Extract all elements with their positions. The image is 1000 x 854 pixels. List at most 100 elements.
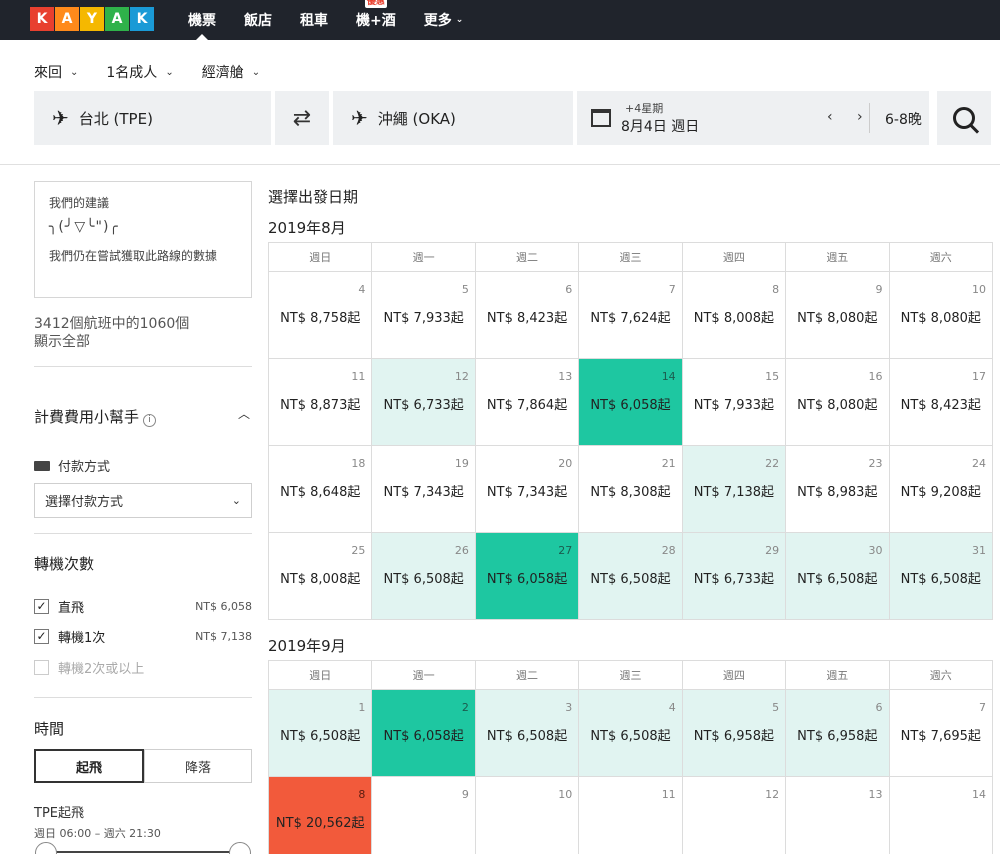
nav-item-label: 租車 <box>300 13 328 29</box>
calendar-day-cell[interactable]: 2 NT$ 6,058起 <box>372 690 476 777</box>
time-slider-track[interactable] <box>46 851 240 853</box>
calendar-day-cell[interactable]: 8 NT$ 20,562起 <box>269 777 373 854</box>
nav-item-3[interactable]: 機+酒 優惠 <box>344 0 408 40</box>
fee-helper-label: 計費費用小幫手 <box>34 408 140 426</box>
calendar-day-cell[interactable]: 6 NT$ 6,958起 <box>786 690 890 777</box>
calendar-day-cell[interactable]: 20 NT$ 7,343起 <box>475 446 580 533</box>
tab-depart[interactable]: 起飛 <box>34 749 144 783</box>
day-number: 31 <box>971 544 986 557</box>
calendar-day-cell[interactable]: 5 NT$ 7,933起 <box>372 272 476 359</box>
calendar-day-cell[interactable]: 15 NT$ 7,933起 <box>682 359 787 446</box>
calendar-day-cell[interactable]: 18 NT$ 8,648起 <box>269 446 373 533</box>
calendar-day-cell[interactable]: 10 NT$ 8,080起 <box>889 272 993 359</box>
calendar-day-cell[interactable]: 7 NT$ 7,695起 <box>889 690 993 777</box>
fee-helper-title[interactable]: 計費費用小幫手 i <box>34 406 157 427</box>
calendar-day-cell[interactable]: 30 NT$ 6,508起 <box>786 533 890 620</box>
advice-face: ╮(╯▽╰")╭ <box>49 219 119 235</box>
passengers-dropdown[interactable]: 1名成人 ⌄ <box>106 62 173 82</box>
day-price: NT$ 7,695起 <box>900 729 981 744</box>
info-icon[interactable]: i <box>143 414 157 427</box>
trip-type-dropdown[interactable]: 來回 ⌄ <box>34 62 78 82</box>
destination-field[interactable]: ✈ 沖繩 (OKA) <box>333 91 573 145</box>
calendar-day-cell[interactable]: 25 NT$ 8,008起 <box>269 533 373 620</box>
day-price: NT$ 6,508起 <box>280 729 361 744</box>
date-prev-next-arrows[interactable]: ‹ › <box>827 109 873 125</box>
calendar-day-cell[interactable]: 24 NT$ 9,208起 <box>889 446 993 533</box>
nights-selector[interactable]: 6-8晚 <box>885 109 922 129</box>
day-number: 2 <box>461 701 469 714</box>
stop-filter-row[interactable]: ✓ 直飛 NT$ 6,058 <box>34 596 252 616</box>
nav-item-1[interactable]: 飯店 <box>232 0 284 40</box>
time-slider-handle-start[interactable] <box>35 842 57 854</box>
day-number: 1 <box>358 701 366 714</box>
calendar-day-cell[interactable]: 31 NT$ 6,508起 <box>889 533 993 620</box>
calendar-day-cell[interactable]: 26 NT$ 6,508起 <box>372 533 476 620</box>
calendar-day-cell[interactable]: 12 <box>682 777 787 854</box>
day-number: 29 <box>765 544 780 557</box>
calendar-day-cell[interactable]: 29 NT$ 6,733起 <box>682 533 787 620</box>
payment-method-placeholder: 選擇付款方式 <box>45 495 124 510</box>
search-icon <box>953 107 975 129</box>
day-price: NT$ 8,648起 <box>280 485 361 500</box>
calendar-day-cell[interactable]: 9 <box>372 777 476 854</box>
stop-filter-row[interactable]: 轉機2次或以上 <box>34 657 252 677</box>
calendar-day-cell[interactable]: 17 NT$ 8,423起 <box>889 359 993 446</box>
cabin-dropdown[interactable]: 經濟艙 ⌄ <box>202 62 260 82</box>
day-price: NT$ 7,933起 <box>693 398 775 413</box>
date-field[interactable]: +4星期 8月4日 週日 ‹ › 6-8晚 <box>577 91 929 145</box>
day-number: 6 <box>565 283 573 296</box>
nav-item-2[interactable]: 租車 <box>288 0 340 40</box>
flight-count-text: 3412個航班中的1060個 <box>34 316 190 332</box>
checkbox[interactable] <box>34 659 49 675</box>
calendar-day-cell[interactable]: 11 <box>579 777 683 854</box>
stop-filter-row[interactable]: ✓ 轉機1次 NT$ 7,138 <box>34 626 252 646</box>
calendar-day-cell[interactable]: 21 NT$ 8,308起 <box>579 446 683 533</box>
calendar-day-cell[interactable]: 8 NT$ 8,008起 <box>682 272 787 359</box>
month-title: 2019年8月 <box>268 219 346 237</box>
payment-method-select[interactable]: 選擇付款方式 ⌄ <box>34 483 252 518</box>
chevron-up-icon[interactable]: ︿ <box>238 405 250 422</box>
calendar-day-cell[interactable]: 19 NT$ 7,343起 <box>372 446 476 533</box>
calendar-day-cell[interactable]: 4 NT$ 6,508起 <box>579 690 683 777</box>
calendar-day-cell[interactable]: 13 <box>786 777 890 854</box>
chevron-down-icon: ⌄ <box>231 494 241 507</box>
day-number: 10 <box>971 283 986 296</box>
day-number: 14 <box>661 370 676 383</box>
time-slider-handle-end[interactable] <box>229 842 251 854</box>
calendar-day-cell[interactable]: 7 NT$ 7,624起 <box>579 272 683 359</box>
nav-item-0[interactable]: 機票 <box>176 0 228 40</box>
day-number: 20 <box>558 457 573 470</box>
calendar-day-cell[interactable]: 12 NT$ 6,733起 <box>372 359 476 446</box>
calendar-day-cell[interactable]: 13 NT$ 7,864起 <box>475 359 580 446</box>
calendar-day-cell[interactable]: 3 NT$ 6,508起 <box>475 690 580 777</box>
calendar-day-cell[interactable]: 22 NT$ 7,138起 <box>682 446 787 533</box>
origin-field[interactable]: ✈ 台北 (TPE) <box>34 91 271 145</box>
calendar-day-cell[interactable]: 23 NT$ 8,983起 <box>786 446 890 533</box>
tab-land[interactable]: 降落 <box>144 749 252 783</box>
calendar-day-cell[interactable]: 14 <box>889 777 993 854</box>
week-row: 4 NT$ 8,758起 5 NT$ 7,933起 6 NT$ 8,423起 7 NT$ 7,… <box>269 272 993 359</box>
swap-button[interactable]: ⇄ <box>275 91 329 145</box>
calendar-day-cell[interactable]: 5 NT$ 6,958起 <box>682 690 787 777</box>
calendar-day-cell[interactable]: 14 NT$ 6,058起 <box>579 359 683 446</box>
day-number: 7 <box>668 283 676 296</box>
day-number: 28 <box>661 544 676 557</box>
date-divider <box>869 103 870 133</box>
checkbox[interactable]: ✓ <box>34 628 49 644</box>
calendar-day-cell[interactable]: 6 NT$ 8,423起 <box>475 272 580 359</box>
calendar-day-cell[interactable]: 1 NT$ 6,508起 <box>269 690 373 777</box>
checkbox[interactable]: ✓ <box>34 598 49 614</box>
weekday-label: 週一 <box>372 243 476 272</box>
calendar-day-cell[interactable]: 16 NT$ 8,080起 <box>786 359 890 446</box>
search-button[interactable] <box>937 91 991 145</box>
nav-item-4[interactable]: 更多 ⌄ <box>412 0 476 40</box>
calendar-day-cell[interactable]: 28 NT$ 6,508起 <box>579 533 683 620</box>
calendar-day-cell[interactable]: 11 NT$ 8,873起 <box>269 359 373 446</box>
calendar-day-cell[interactable]: 4 NT$ 8,758起 <box>269 272 373 359</box>
day-price: NT$ 6,508起 <box>383 572 464 587</box>
kayak-logo[interactable]: KAYAK <box>30 7 154 31</box>
show-all-link[interactable]: 顯示全部 <box>34 333 189 351</box>
calendar-day-cell[interactable]: 10 <box>475 777 580 854</box>
calendar-day-cell[interactable]: 27 NT$ 6,058起 <box>475 533 580 620</box>
calendar-day-cell[interactable]: 9 NT$ 8,080起 <box>786 272 890 359</box>
